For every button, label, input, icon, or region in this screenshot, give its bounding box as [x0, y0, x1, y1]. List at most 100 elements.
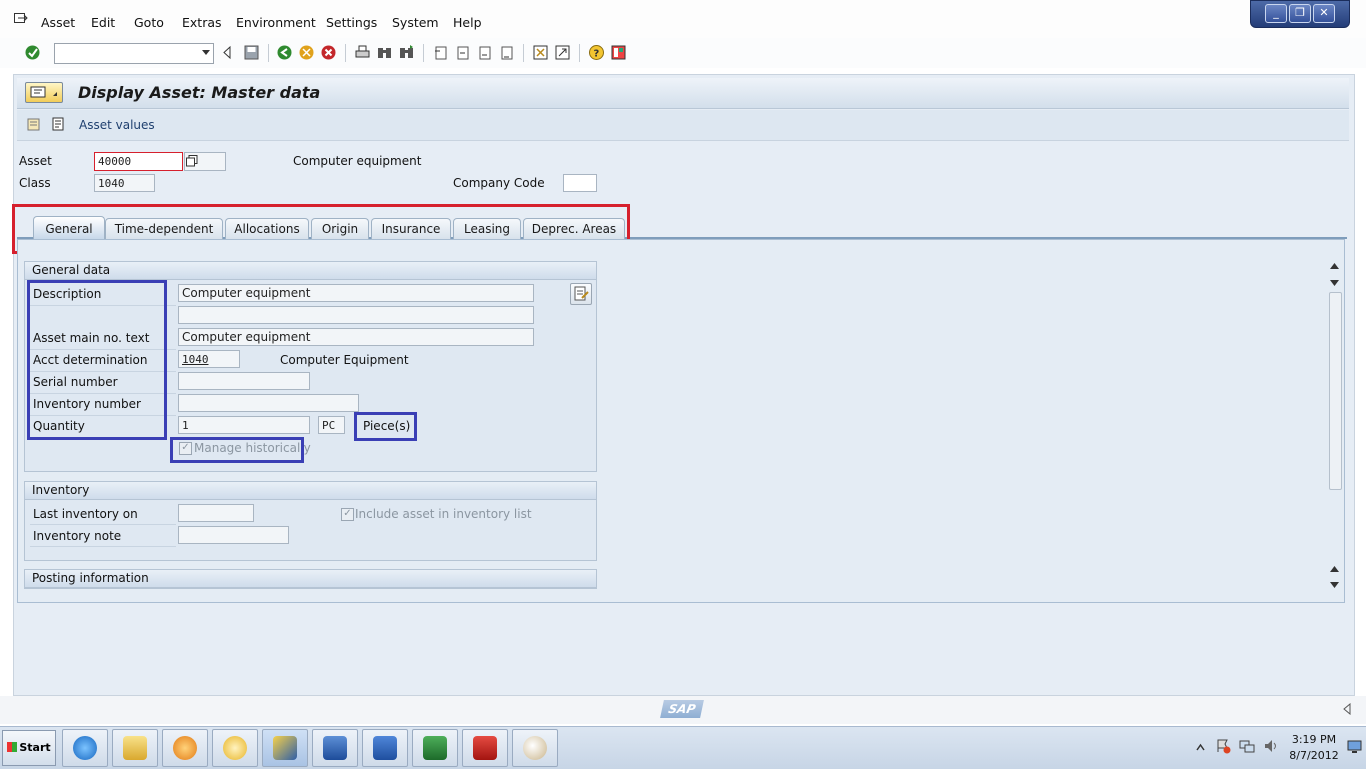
- menu-icon[interactable]: [14, 13, 28, 25]
- inventory-group: Inventory: [24, 481, 597, 561]
- show-hidden-icons-icon[interactable]: [1196, 741, 1205, 751]
- status-expand-icon[interactable]: [1342, 702, 1352, 716]
- company-code-field[interactable]: [563, 174, 597, 192]
- company-code-label: Company Code: [453, 176, 545, 190]
- scrollbar-thumb[interactable]: [1329, 292, 1342, 490]
- print-icon[interactable]: [355, 45, 370, 60]
- taskbar-sap-logon[interactable]: [262, 729, 308, 767]
- network-icon[interactable]: [1239, 738, 1255, 754]
- include-inventory-list-checkbox[interactable]: ✓: [341, 508, 354, 521]
- enter-check-icon[interactable]: [25, 45, 40, 60]
- taskbar-outlook[interactable]: [212, 729, 258, 767]
- windows-logo-icon: [7, 742, 18, 752]
- serial-number-field[interactable]: [178, 372, 310, 390]
- unit-field[interactable]: PC: [318, 416, 345, 434]
- outlook-clock-icon: [223, 736, 247, 760]
- acct-determination-field[interactable]: 1040: [178, 350, 240, 368]
- collapse-arrow-icon[interactable]: [220, 45, 235, 60]
- menu-system[interactable]: System: [392, 15, 439, 30]
- last-inventory-field[interactable]: [178, 504, 254, 522]
- find-icon[interactable]: [377, 45, 392, 60]
- menu-environment[interactable]: Environment: [236, 15, 316, 30]
- action-center-icon[interactable]: [1215, 738, 1231, 754]
- class-label: Class: [19, 176, 51, 190]
- taskbar-clock[interactable]: 3:19 PM 8/7/2012: [1284, 732, 1344, 764]
- taskbar-internet-explorer[interactable]: [62, 729, 108, 767]
- menu-edit[interactable]: Edit: [91, 15, 115, 30]
- taskbar-sap-gui[interactable]: [312, 729, 358, 767]
- command-dropdown-icon[interactable]: [202, 50, 210, 55]
- taskbar-excel[interactable]: [412, 729, 458, 767]
- media-player-icon: [173, 736, 197, 760]
- customize-layout-icon[interactable]: [611, 45, 626, 60]
- minimize-button[interactable]: _: [1265, 4, 1287, 23]
- class-field[interactable]: 1040: [94, 174, 155, 192]
- help-icon[interactable]: ?: [589, 45, 604, 60]
- copy-icon[interactable]: [186, 155, 198, 167]
- asset-number-field[interactable]: 40000: [94, 152, 183, 171]
- menu-settings[interactable]: Settings: [326, 15, 377, 30]
- menu-help[interactable]: Help: [453, 15, 482, 30]
- asset-description-text: Computer equipment: [293, 154, 422, 168]
- taskbar-paint[interactable]: [512, 729, 558, 767]
- inventory-number-field[interactable]: [178, 394, 359, 412]
- page-up-icon[interactable]: [1329, 277, 1340, 287]
- find-next-icon[interactable]: [399, 45, 414, 60]
- new-session-icon[interactable]: [533, 45, 548, 60]
- taskbar-acrobat[interactable]: [462, 729, 508, 767]
- scroll-up-icon[interactable]: [1329, 260, 1340, 270]
- cancel-icon[interactable]: [321, 45, 336, 60]
- sap-gui-icon: [323, 736, 347, 760]
- toolbar-separator: [523, 44, 524, 62]
- exit-icon[interactable]: [299, 45, 314, 60]
- scroll-down-icon[interactable]: [1329, 579, 1340, 589]
- close-button[interactable]: ✕: [1313, 4, 1335, 23]
- start-label: Start: [19, 741, 51, 754]
- general-data-heading: General data: [25, 262, 596, 280]
- last-page-icon[interactable]: [499, 45, 514, 60]
- volume-icon[interactable]: [1263, 738, 1279, 754]
- labels-highlight-box: [27, 280, 167, 440]
- toolbar-separator: [345, 44, 346, 62]
- restore-button[interactable]: ❐: [1289, 4, 1311, 23]
- next-page-icon[interactable]: [477, 45, 492, 60]
- unit-text-highlight-box: [354, 412, 417, 441]
- row-divider: [30, 524, 176, 525]
- inventory-note-field[interactable]: [178, 526, 289, 544]
- acrobat-icon: [473, 736, 497, 760]
- long-text-button[interactable]: [570, 283, 592, 305]
- command-field[interactable]: [54, 43, 214, 64]
- asset-explorer-icon[interactable]: [27, 117, 41, 131]
- page-down-icon[interactable]: [1329, 563, 1340, 573]
- shortcut-icon[interactable]: [555, 45, 570, 60]
- first-page-icon[interactable]: [433, 45, 448, 60]
- window-controls: _ ❐ ✕: [1250, 0, 1350, 28]
- excel-icon: [423, 736, 447, 760]
- quantity-field[interactable]: 1: [178, 416, 310, 434]
- asset-values-button[interactable]: Asset values: [79, 118, 155, 132]
- object-services-button[interactable]: [25, 82, 63, 103]
- taskbar-media-player[interactable]: [162, 729, 208, 767]
- taskbar-word[interactable]: [362, 729, 408, 767]
- save-icon[interactable]: [244, 45, 259, 60]
- previous-page-icon[interactable]: [455, 45, 470, 60]
- description-field[interactable]: Computer equipment: [178, 284, 534, 302]
- folder-icon: [123, 736, 147, 760]
- toolbar-separator: [423, 44, 424, 62]
- posting-information-heading: Posting information: [25, 570, 596, 588]
- clock-time: 3:19 PM: [1291, 733, 1337, 746]
- asset-main-text-field[interactable]: Computer equipment: [178, 328, 534, 346]
- menu-goto[interactable]: Goto: [134, 15, 164, 30]
- menu-extras[interactable]: Extras: [182, 15, 222, 30]
- display-document-icon[interactable]: [51, 117, 65, 131]
- description-field-2[interactable]: [178, 306, 534, 324]
- taskbar-file-explorer[interactable]: [112, 729, 158, 767]
- posting-information-group: Posting information: [24, 569, 597, 589]
- show-desktop-icon[interactable]: [1347, 740, 1362, 754]
- clock-date: 8/7/2012: [1289, 749, 1339, 762]
- sap-logo: SAP: [660, 700, 704, 718]
- back-icon[interactable]: [277, 45, 292, 60]
- menu-asset[interactable]: Asset: [41, 15, 75, 30]
- start-button[interactable]: Start: [2, 730, 56, 766]
- include-inventory-list-label: Include asset in inventory list: [355, 507, 532, 521]
